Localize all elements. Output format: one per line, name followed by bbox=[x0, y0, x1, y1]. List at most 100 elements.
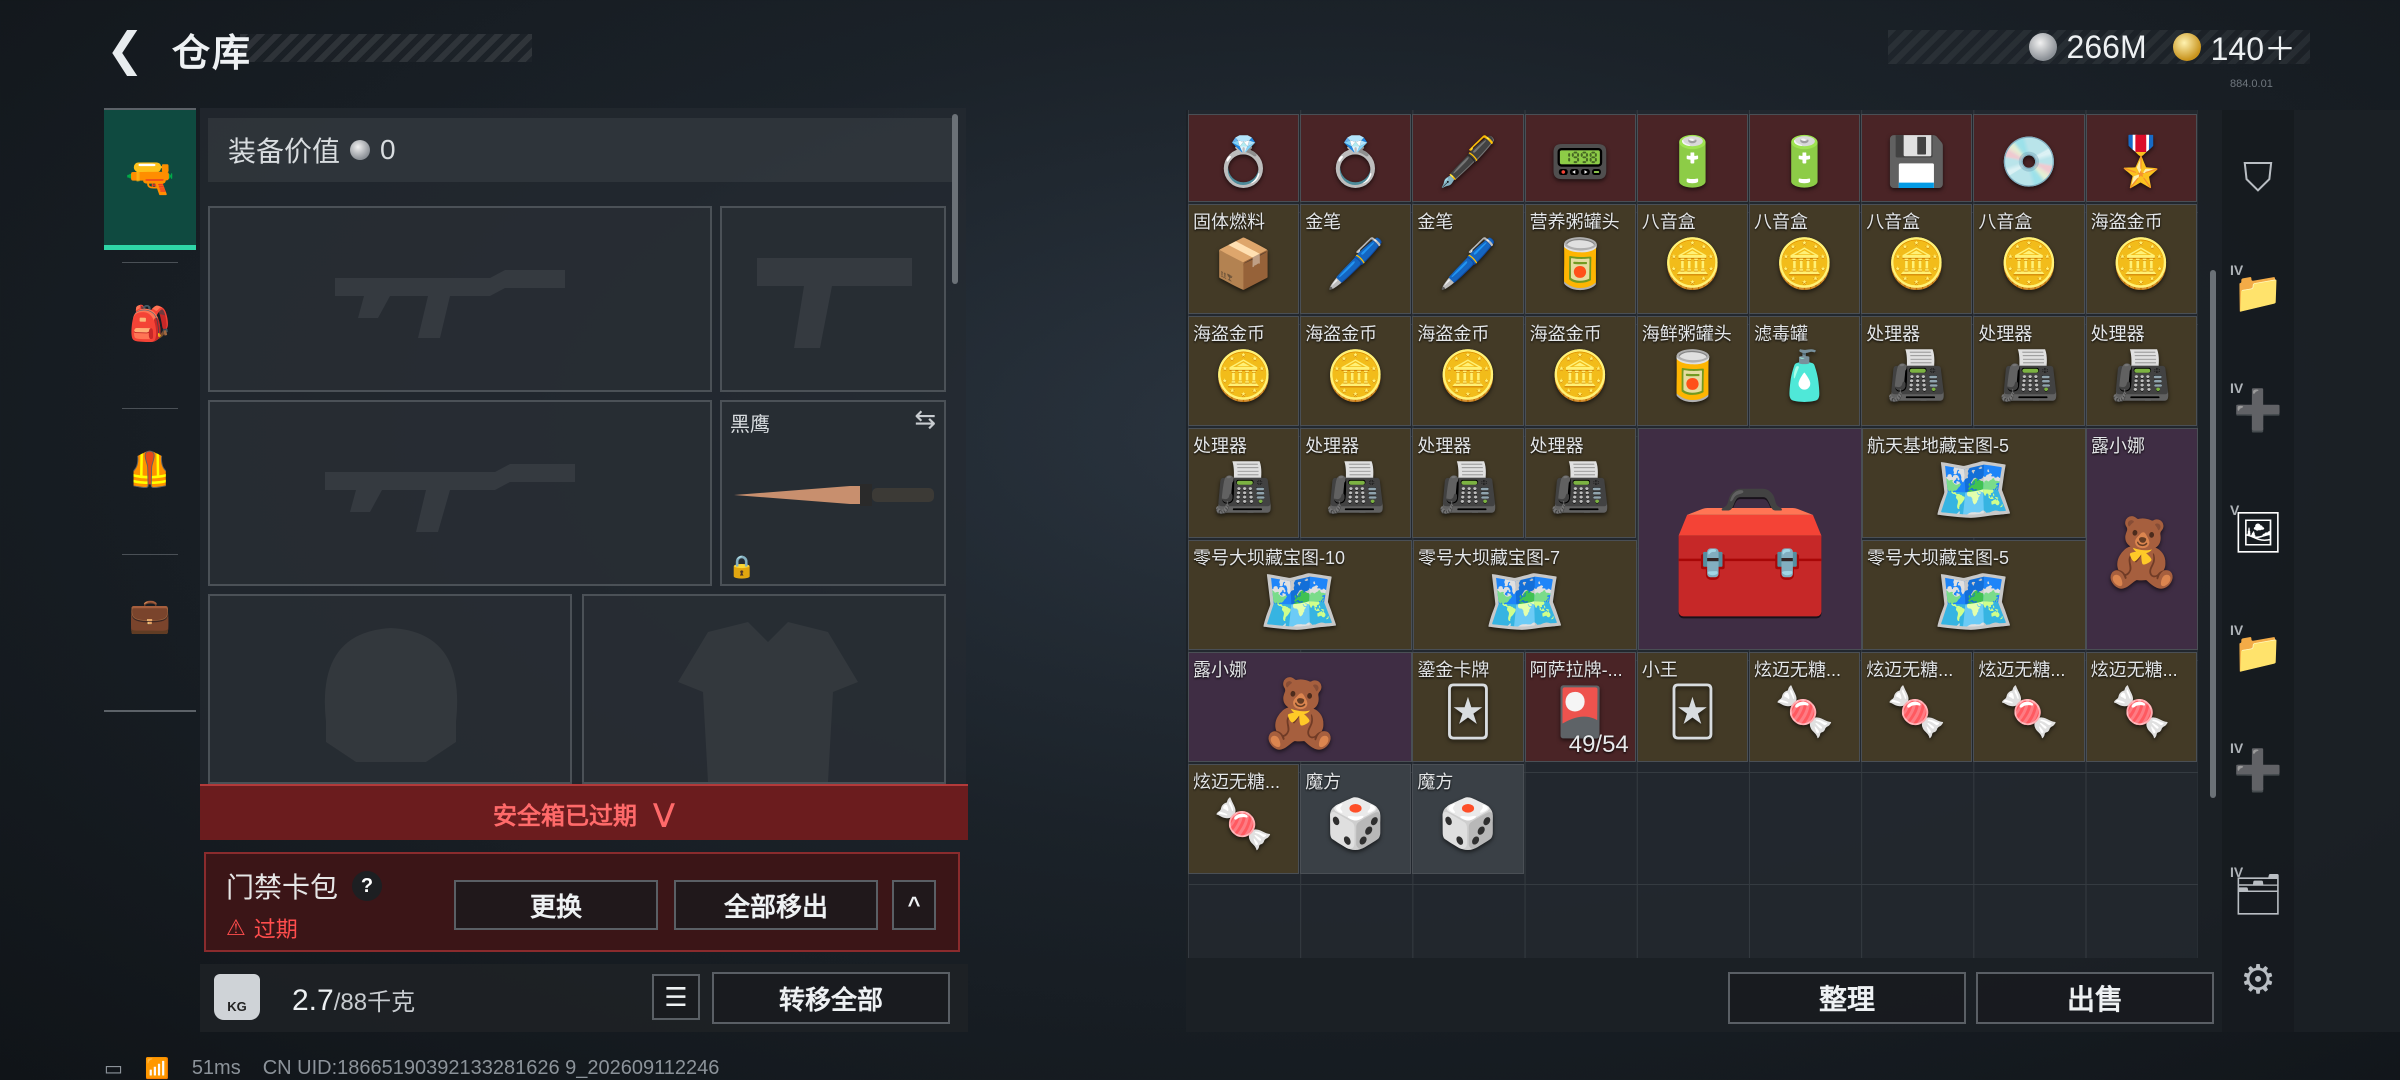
stash-item[interactable]: 鎏金卡牌 🃏 bbox=[1412, 652, 1524, 762]
settings-button[interactable]: ⚙ bbox=[2226, 948, 2290, 1012]
stash-item[interactable]: 🖋️ bbox=[1412, 114, 1524, 202]
map-item[interactable]: 零号大坝藏宝图-7 🗺️ bbox=[1413, 540, 1637, 650]
doll-item[interactable]: 露小娜 🧸 bbox=[1188, 652, 1412, 762]
stash-item[interactable]: 处理器 📠 bbox=[1524, 428, 1636, 538]
item-name: 海鲜粥罐头 bbox=[1641, 324, 1732, 344]
stash-item[interactable]: 处理器 📠 bbox=[1300, 428, 1412, 538]
map-item[interactable]: 零号大坝藏宝图-10 🗺️ bbox=[1188, 540, 1412, 650]
stash-item[interactable]: 💍 bbox=[1188, 114, 1300, 202]
stash-item[interactable]: 海鲜粥罐头 🥫 bbox=[1636, 316, 1748, 426]
equipment-value-label: 装备价值 bbox=[228, 136, 341, 167]
item-name: 八音盒 bbox=[1754, 212, 1808, 232]
stash-item[interactable]: 海盗金币 🪙 bbox=[1412, 316, 1524, 426]
stash-item[interactable]: 海盗金币 🪙 bbox=[2085, 204, 2197, 314]
stash-item[interactable]: 🎖️ bbox=[2085, 114, 2197, 202]
rail-category-button[interactable]: IV ➕ bbox=[2226, 738, 2290, 802]
collapse-button[interactable]: ^ bbox=[892, 880, 936, 930]
map-item[interactable]: 零号大坝藏宝图-5 🗺️ bbox=[1862, 540, 2086, 650]
map-icon: 🗺️ bbox=[1932, 564, 2016, 639]
stash-item[interactable]: 🔋 bbox=[1749, 114, 1861, 202]
transfer-all-button[interactable]: 转移全部 bbox=[712, 972, 950, 1024]
stash-item[interactable]: 魔方 🎲 bbox=[1300, 764, 1412, 874]
pistol-slot[interactable] bbox=[720, 206, 946, 392]
armor-slot[interactable] bbox=[582, 594, 946, 784]
status-line: ▭ 📶 51ms CN UID:18665190392133281626 9_2… bbox=[104, 1056, 719, 1080]
rail-category-button[interactable]: V 🖼 bbox=[2226, 500, 2290, 564]
weapon-tab[interactable]: 🔫 bbox=[104, 110, 196, 250]
item-name: 营养粥罐头 bbox=[1529, 212, 1620, 232]
replace-button[interactable]: 更换 bbox=[454, 880, 658, 930]
organize-button[interactable]: 整理 bbox=[1728, 972, 1966, 1024]
stash-item[interactable]: 🔋 bbox=[1636, 114, 1748, 202]
map-item[interactable]: 航天基地藏宝图-5 🗺️ bbox=[1862, 428, 2086, 538]
rail-category-button[interactable]: IV ➕ bbox=[2226, 378, 2290, 442]
title-decoration bbox=[240, 34, 532, 62]
stash-item[interactable]: 炫迈无糖... 🍬 bbox=[1861, 652, 1973, 762]
stash-item[interactable]: 固体燃料 📦 bbox=[1188, 204, 1300, 314]
sell-button[interactable]: 出售 bbox=[1976, 972, 2214, 1024]
silver-currency[interactable]: 266M bbox=[2028, 29, 2147, 66]
vest-tab[interactable]: 🦺 bbox=[104, 410, 196, 530]
stash-item[interactable]: 炫迈无糖... 🍬 bbox=[1188, 764, 1300, 874]
item-name: 八音盒 bbox=[1978, 212, 2033, 232]
move-all-out-button[interactable]: 全部移出 bbox=[674, 880, 878, 930]
stash-item[interactable]: 处理器 📠 bbox=[1188, 428, 1300, 538]
stash-item[interactable]: 滤毒罐 🧴 bbox=[1749, 316, 1861, 426]
stash-item[interactable]: 海盗金币 🪙 bbox=[1524, 316, 1636, 426]
melee-slot[interactable]: 黑鹰 ⇆ 🔒 bbox=[720, 400, 946, 586]
swap-icon[interactable]: ⇆ bbox=[914, 404, 936, 435]
safebox-expired-bar[interactable]: 安全箱已过期 ⋁ bbox=[200, 784, 968, 840]
stash-item[interactable]: 炫迈无糖... 🍬 bbox=[2085, 652, 2197, 762]
primary-weapon-slot[interactable] bbox=[208, 206, 712, 392]
stash-item[interactable]: 处理器 📠 bbox=[1973, 316, 2085, 426]
stash-item[interactable]: 海盗金币 🪙 bbox=[1300, 316, 1412, 426]
stash-item[interactable]: 处理器 📠 bbox=[1412, 428, 1524, 538]
rail-category-button[interactable]: IV 🗂 bbox=[2226, 862, 2290, 926]
stash-item[interactable]: 小王 🃏 bbox=[1636, 652, 1748, 762]
case-tab[interactable]: 💼 bbox=[104, 556, 196, 676]
stash-item[interactable]: 八音盒 🪙 bbox=[1749, 204, 1861, 314]
stash-item[interactable]: 八音盒 🪙 bbox=[1973, 204, 2085, 314]
backpack-tab[interactable]: 🎒 bbox=[104, 264, 196, 384]
stash-item[interactable]: 阿萨拉牌-... 🎴 49/54 bbox=[1524, 652, 1636, 762]
stash-item[interactable]: 处理器 📠 bbox=[2085, 316, 2197, 426]
list-view-button[interactable]: ☰ bbox=[652, 974, 700, 1020]
stash-item[interactable]: 八音盒 🪙 bbox=[1636, 204, 1748, 314]
stash-item[interactable]: 💍 bbox=[1300, 114, 1412, 202]
gold-currency[interactable]: 140＋ bbox=[2172, 24, 2296, 70]
item-icon: 📠 bbox=[2111, 350, 2172, 404]
rail-category-button[interactable]: ⛉ bbox=[2226, 146, 2290, 210]
safebox-status: 安全箱已过期 bbox=[493, 802, 638, 830]
stash-item[interactable]: 魔方 🎲 bbox=[1412, 764, 1524, 874]
item-name: 金笔 bbox=[1305, 212, 1342, 232]
stash-item[interactable]: 炫迈无糖... 🍬 bbox=[1973, 652, 2085, 762]
stash-item[interactable]: 金笔 🖊️ bbox=[1412, 204, 1524, 314]
keycard-title: 门禁卡包 bbox=[226, 872, 339, 903]
stash-item[interactable]: 八音盒 🪙 bbox=[1861, 204, 1973, 314]
currency-bar: 266M 140＋ bbox=[1888, 29, 2310, 67]
stash-item[interactable]: 金笔 🖊️ bbox=[1300, 204, 1412, 314]
item-icon: 🪙 bbox=[1325, 350, 1386, 404]
nav-divider bbox=[122, 408, 178, 409]
rail-category-button[interactable]: IV 📁 bbox=[2226, 620, 2290, 684]
version-tag: 884.0.01 bbox=[2230, 78, 2273, 90]
rail-category-button[interactable]: IV 📁 bbox=[2226, 260, 2290, 324]
stash-item[interactable]: 📟 bbox=[1524, 114, 1636, 202]
item-icon: 🎖️ bbox=[2111, 136, 2172, 190]
stash-item[interactable]: 处理器 📠 bbox=[1861, 316, 1973, 426]
stash-scrollbar[interactable] bbox=[2210, 270, 2216, 798]
stash-item[interactable]: 海盗金币 🪙 bbox=[1188, 316, 1300, 426]
stash-item[interactable]: 营养粥罐头 🥫 bbox=[1524, 204, 1636, 314]
big-case-item[interactable]: 🧰 bbox=[1638, 428, 1862, 650]
equipment-scrollbar[interactable] bbox=[952, 114, 958, 284]
back-button[interactable]: ❮ bbox=[100, 23, 150, 75]
item-icon: 🍬 bbox=[1999, 686, 2059, 740]
help-icon[interactable]: ? bbox=[352, 871, 383, 901]
item-icon: 💿 bbox=[1999, 136, 2059, 190]
stash-item[interactable]: 💿 bbox=[1973, 114, 2085, 202]
stash-item[interactable]: 💾 bbox=[1861, 114, 1973, 202]
helmet-slot[interactable] bbox=[208, 594, 572, 784]
doll-item[interactable]: 露小娜 🧸 bbox=[2086, 428, 2198, 650]
secondary-weapon-slot[interactable] bbox=[208, 400, 712, 586]
stash-item[interactable]: 炫迈无糖... 🍬 bbox=[1749, 652, 1861, 762]
